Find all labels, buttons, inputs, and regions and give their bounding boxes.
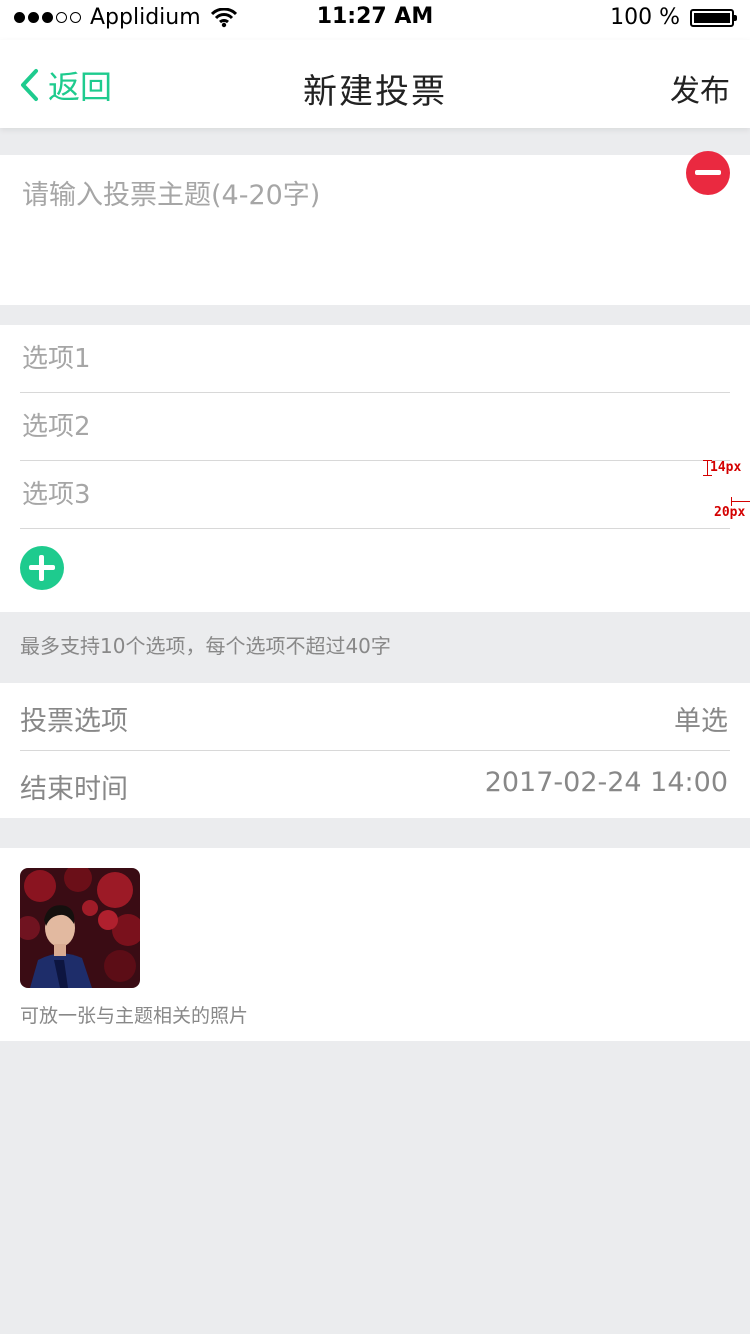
add-option-button[interactable] [20, 546, 64, 590]
option-input-3[interactable] [20, 475, 664, 515]
end-time-label: 结束时间 [20, 774, 128, 805]
spacing-annotation-top: 14px [710, 460, 742, 475]
options-hint: 最多支持10个选项，每个选项不超过40字 [20, 634, 391, 658]
spacing-annotation-right: 20px [714, 505, 746, 520]
option-row-2 [20, 393, 730, 461]
photo-caption: 可放一张与主题相关的照片 [20, 1005, 249, 1027]
vote-type-label: 投票选项 [20, 706, 128, 737]
navigation-bar: 返回 新建投票 发布 [0, 40, 750, 128]
remove-option-button[interactable] [686, 151, 730, 195]
topic-input[interactable] [20, 171, 724, 295]
options-section [0, 325, 750, 612]
option-input-2[interactable] [20, 407, 664, 447]
photo-section: 可放一张与主题相关的照片 [0, 848, 750, 1041]
publish-button[interactable]: 发布 [670, 66, 730, 110]
spacing-annotation-line-vertical [703, 460, 712, 476]
battery-icon [690, 8, 737, 27]
end-time-value: 2017-02-24 14:00 [484, 767, 728, 798]
option-input-1[interactable] [20, 339, 664, 379]
battery-percent: 100 % [610, 5, 680, 30]
vote-type-value: 单选 [674, 706, 728, 737]
option-row-1 [20, 325, 730, 393]
portrait-image [20, 868, 140, 988]
page-title: 新建投票 [303, 72, 447, 112]
vote-type-row[interactable]: 投票选项 单选 [20, 683, 730, 751]
topic-section [0, 155, 750, 305]
end-time-row[interactable]: 结束时间 2017-02-24 14:00 [20, 751, 730, 818]
vote-settings-section: 投票选项 单选 结束时间 2017-02-24 14:00 [0, 683, 750, 818]
photo-thumbnail[interactable] [20, 868, 140, 988]
status-bar: Applidium 11:27 AM 100 % [0, 0, 750, 40]
spacing-annotation-line-horizontal [731, 497, 750, 506]
option-row-3 [20, 461, 730, 529]
battery-info: 100 % [610, 5, 737, 30]
